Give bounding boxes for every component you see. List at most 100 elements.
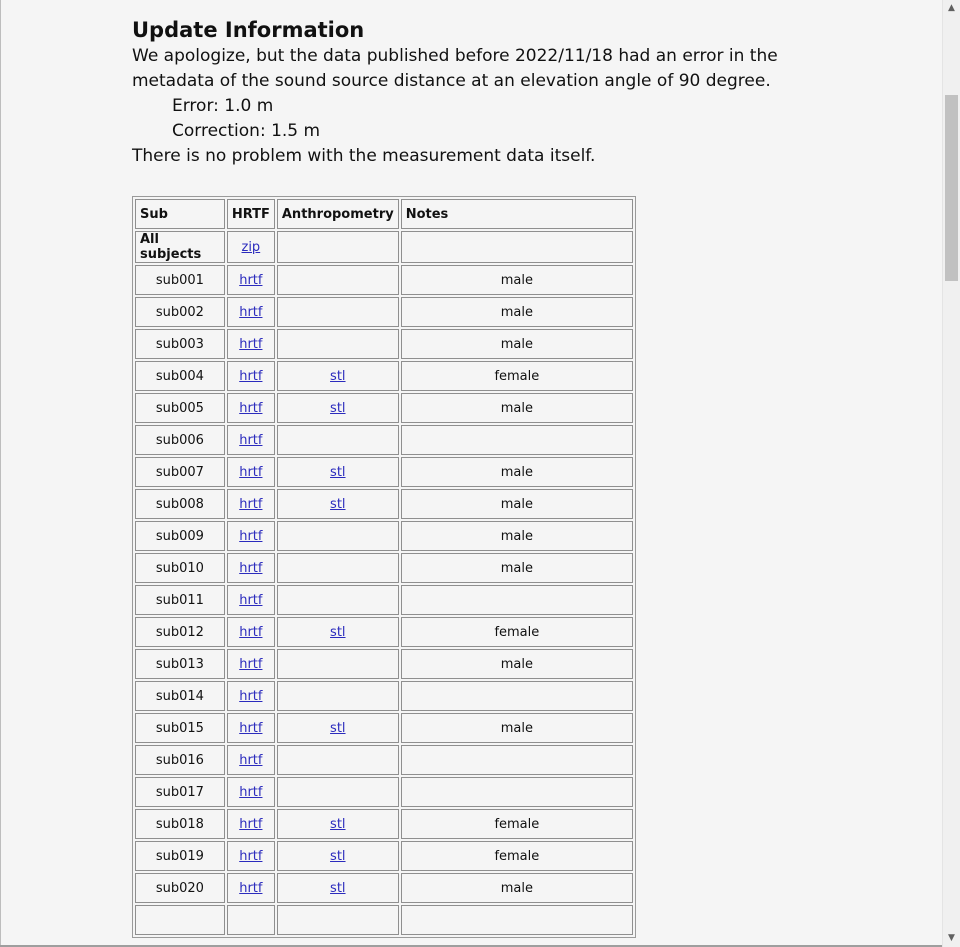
table-row: sub006 hrtf	[135, 425, 633, 455]
subject-id: sub008	[135, 489, 225, 519]
hrtf-link[interactable]: hrtf	[239, 561, 262, 576]
stl-link[interactable]: stl	[330, 497, 345, 512]
table-row: sub019 hrtf stl female	[135, 841, 633, 871]
hrtf-cell: hrtf	[226, 425, 275, 455]
hrtf-link[interactable]: hrtf	[239, 529, 262, 544]
anthropometry-cell	[276, 521, 399, 551]
hrtf-link[interactable]: hrtf	[239, 497, 262, 512]
anthropometry-cell	[276, 297, 399, 327]
update-title: Update Information	[132, 18, 365, 42]
hrtf-link[interactable]: hrtf	[239, 849, 262, 864]
subject-id	[135, 905, 225, 935]
table-row: sub009 hrtf male	[135, 521, 633, 551]
notes-cell: male	[400, 649, 633, 679]
hrtf-cell: hrtf	[226, 329, 275, 359]
hrtf-cell: hrtf	[226, 649, 275, 679]
correction-value: Correction: 1.5 m	[172, 121, 321, 141]
hrtf-link[interactable]: hrtf	[239, 625, 262, 640]
stl-link[interactable]: stl	[330, 881, 345, 896]
notes-cell: female	[400, 809, 633, 839]
hrtf-link[interactable]: hrtf	[239, 689, 262, 704]
hrtf-link[interactable]: hrtf	[239, 337, 262, 352]
notes-cell: male	[400, 457, 633, 487]
subject-id: sub006	[135, 425, 225, 455]
table-header-row: Sub HRTF Anthropometry Notes	[135, 199, 633, 229]
anthropometry-cell: stl	[276, 617, 399, 647]
anthropometry-cell	[276, 649, 399, 679]
subject-id: sub014	[135, 681, 225, 711]
hrtf-cell: hrtf	[226, 713, 275, 743]
table-row: sub014 hrtf	[135, 681, 633, 711]
notes-cell: female	[400, 617, 633, 647]
hrtf-link[interactable]: hrtf	[239, 721, 262, 736]
subject-id: sub002	[135, 297, 225, 327]
hrtf-link[interactable]: hrtf	[239, 817, 262, 832]
notes-cell: male	[400, 553, 633, 583]
anthropometry-cell	[276, 329, 399, 359]
notes-cell: male	[400, 329, 633, 359]
update-section: Update Information We apologize, but the…	[132, 16, 932, 169]
hrtf-link[interactable]: hrtf	[239, 305, 262, 320]
table-row: sub015 hrtf stl male	[135, 713, 633, 743]
hrtf-link[interactable]: hrtf	[239, 593, 262, 608]
header-sub: Sub	[135, 199, 225, 229]
hrtf-link[interactable]: hrtf	[239, 753, 262, 768]
table-row: sub013 hrtf male	[135, 649, 633, 679]
stl-link[interactable]: stl	[330, 849, 345, 864]
all-subjects-zip-cell: zip	[226, 231, 275, 263]
notes-cell	[400, 745, 633, 775]
stl-link[interactable]: stl	[330, 721, 345, 736]
subject-id: sub001	[135, 265, 225, 295]
stl-link[interactable]: stl	[330, 369, 345, 384]
hrtf-link[interactable]: hrtf	[239, 465, 262, 480]
anthropometry-cell	[276, 777, 399, 807]
subject-id: sub011	[135, 585, 225, 615]
subject-id: sub016	[135, 745, 225, 775]
table-row: sub010 hrtf male	[135, 553, 633, 583]
hrtf-link[interactable]: hrtf	[239, 401, 262, 416]
header-notes: Notes	[400, 199, 633, 229]
hrtf-cell: hrtf	[226, 297, 275, 327]
hrtf-link[interactable]: hrtf	[239, 785, 262, 800]
notes-cell: male	[400, 297, 633, 327]
table-row: sub003 hrtf male	[135, 329, 633, 359]
subject-id: sub007	[135, 457, 225, 487]
scrollbar-thumb[interactable]	[945, 95, 958, 281]
stl-link[interactable]: stl	[330, 817, 345, 832]
table-row: sub017 hrtf	[135, 777, 633, 807]
notes-cell	[400, 681, 633, 711]
table-row: sub011 hrtf	[135, 585, 633, 615]
notes-cell: female	[400, 841, 633, 871]
table-row: sub002 hrtf male	[135, 297, 633, 327]
hrtf-cell: hrtf	[226, 777, 275, 807]
notes-cell: male	[400, 713, 633, 743]
stl-link[interactable]: stl	[330, 465, 345, 480]
hrtf-cell: hrtf	[226, 393, 275, 423]
subject-id: sub019	[135, 841, 225, 871]
hrtf-link[interactable]: hrtf	[239, 881, 262, 896]
stl-link[interactable]: stl	[330, 401, 345, 416]
subject-id: sub003	[135, 329, 225, 359]
error-value: Error: 1.0 m	[172, 96, 274, 116]
table-row: sub004 hrtf stl female	[135, 361, 633, 391]
vertical-scrollbar[interactable]: ▲ ▼	[942, 0, 960, 947]
hrtf-table: Sub HRTF Anthropometry Notes All subject…	[132, 196, 636, 938]
update-line-1: We apologize, but the data published bef…	[132, 46, 778, 66]
hrtf-link[interactable]: hrtf	[239, 657, 262, 672]
notes-cell	[400, 585, 633, 615]
scroll-up-arrow-icon[interactable]: ▲	[943, 0, 960, 17]
anthropometry-cell	[276, 585, 399, 615]
stl-link[interactable]: stl	[330, 625, 345, 640]
hrtf-link[interactable]: hrtf	[239, 369, 262, 384]
table-row	[135, 905, 633, 935]
anthropometry-cell: stl	[276, 489, 399, 519]
table-row: sub005 hrtf stl male	[135, 393, 633, 423]
table-row: sub007 hrtf stl male	[135, 457, 633, 487]
window-left-border	[0, 0, 1, 947]
hrtf-link[interactable]: hrtf	[239, 433, 262, 448]
table-row: sub001 hrtf male	[135, 265, 633, 295]
hrtf-link[interactable]: hrtf	[239, 273, 262, 288]
zip-link[interactable]: zip	[242, 240, 261, 255]
hrtf-table-container: Sub HRTF Anthropometry Notes All subject…	[132, 196, 636, 938]
scroll-down-arrow-icon[interactable]: ▼	[943, 930, 960, 947]
